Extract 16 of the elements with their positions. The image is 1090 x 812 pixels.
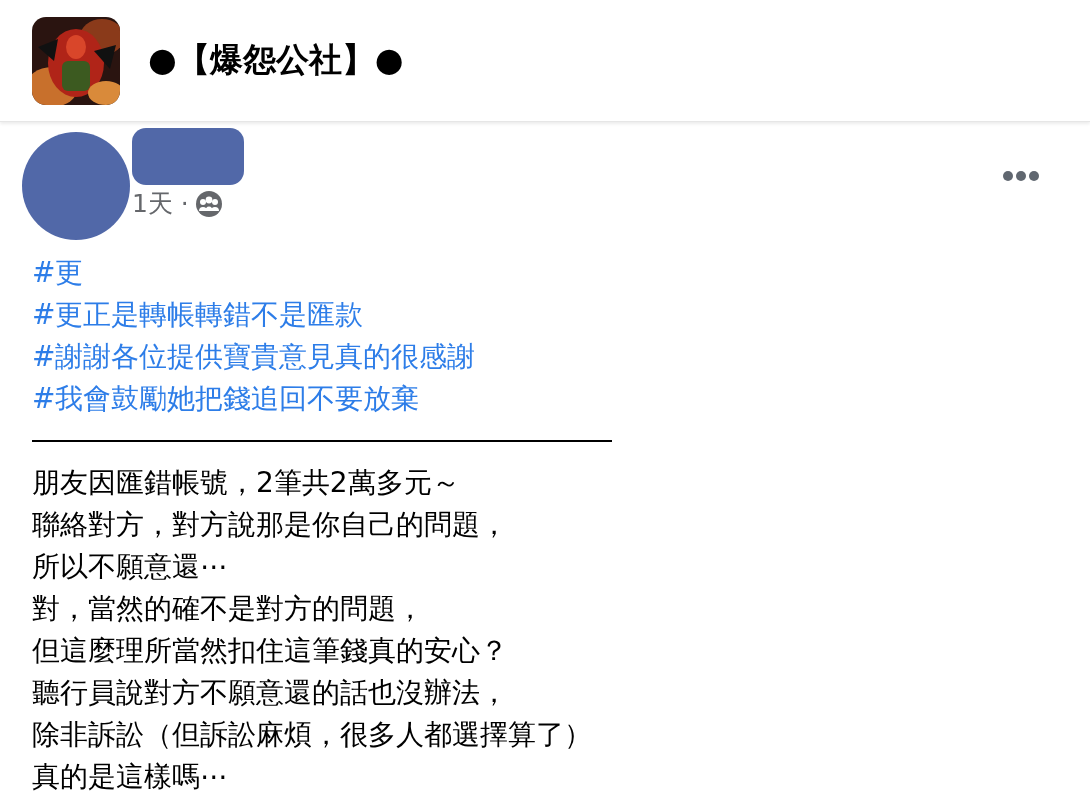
post-text-line: 聽行員說對方不願意還的話也沒辦法， <box>32 676 508 709</box>
more-icon[interactable] <box>1002 170 1040 182</box>
post-text-line: 但這麼理所當然扣住這筆錢真的安心？ <box>32 634 508 667</box>
group-title[interactable]: ●【爆怨公社】● <box>148 38 404 83</box>
hashtag-link[interactable]: #謝謝各位提供寶貴意見真的很感謝 <box>32 340 476 373</box>
post-text-line: 真的是這樣嗎⋯ <box>32 760 228 793</box>
post-text-line: 所以不願意還⋯ <box>32 550 228 583</box>
hashtag-link[interactable]: #我會鼓勵她把錢追回不要放棄 <box>32 382 420 415</box>
hashtag-link[interactable]: #更 <box>32 256 84 289</box>
post-text-line: 聯絡對方，對方說那是你自己的問題， <box>32 508 508 541</box>
post-text-line: 朋友因匯錯帳號，2筆共2萬多元～ <box>32 466 460 499</box>
group-icon <box>194 189 223 218</box>
post-text-line: 對，當然的確不是對方的問題， <box>32 592 424 625</box>
hashtag-link[interactable]: #更正是轉帳轉錯不是匯款 <box>32 298 364 331</box>
post-time: 1天 · <box>132 188 189 220</box>
post-text-line: 除非訴訟（但訴訟麻煩，很多人都選擇算了） <box>32 718 592 751</box>
